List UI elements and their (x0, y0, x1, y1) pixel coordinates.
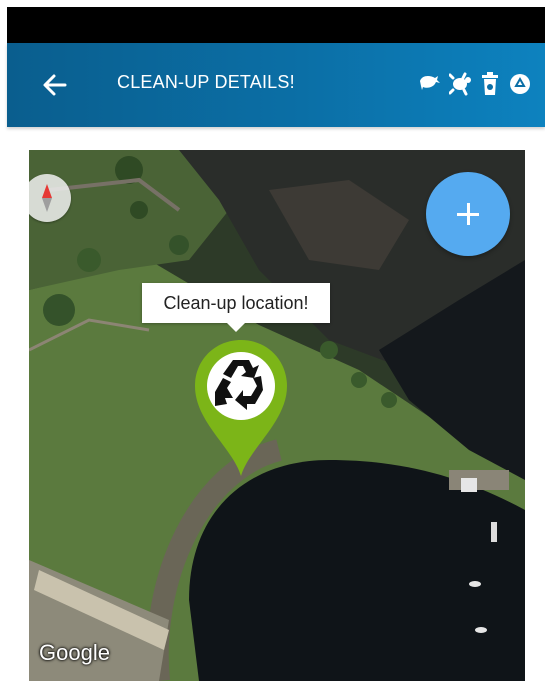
status-bar (7, 7, 545, 43)
marker-info-window[interactable]: Clean-up location! (142, 283, 330, 332)
compass-icon (42, 184, 52, 212)
google-attribution: Google (39, 640, 110, 665)
back-button[interactable] (37, 67, 73, 103)
map-view[interactable]: Clean-up location! Google (29, 150, 525, 681)
trash-bin-icon[interactable] (479, 68, 501, 100)
add-fab-button[interactable] (426, 172, 510, 256)
location-marker[interactable] (193, 338, 289, 478)
recycle-icon[interactable] (509, 68, 531, 100)
arrow-left-icon (43, 74, 67, 96)
turtle-icon[interactable] (448, 68, 471, 100)
app-bar: CLEAN-UP DETAILS! (7, 43, 545, 127)
compass-button[interactable] (29, 174, 71, 222)
app-icons (419, 68, 531, 100)
page-title: CLEAN-UP DETAILS! (117, 72, 295, 92)
info-window-text: Clean-up location! (163, 292, 309, 313)
whale-icon[interactable] (419, 68, 441, 100)
